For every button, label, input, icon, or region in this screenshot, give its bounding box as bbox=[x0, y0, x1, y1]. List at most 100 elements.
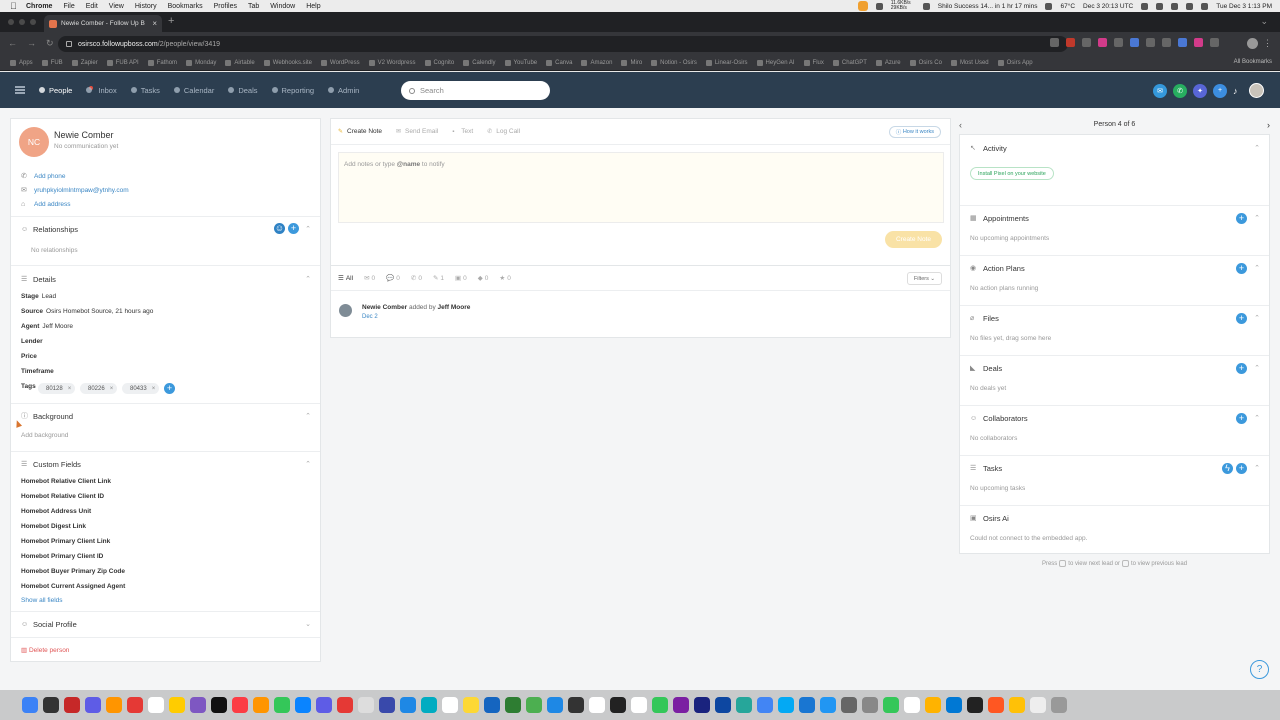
menu-history[interactable]: History bbox=[135, 3, 157, 10]
forward-arrow-icon[interactable]: → bbox=[27, 38, 36, 49]
chat-icon[interactable]: ✦ bbox=[1193, 83, 1207, 98]
all-bookmarks[interactable]: All Bookmarks bbox=[1234, 59, 1272, 65]
osirs-ai-header[interactable]: ▣ Osirs Ai bbox=[970, 514, 1009, 523]
add-tag-button[interactable]: + bbox=[164, 383, 175, 394]
zoom-window-button[interactable] bbox=[30, 19, 36, 25]
chrome-menu-icon[interactable]: ⋮ bbox=[1263, 38, 1272, 49]
bookmark-cognito[interactable]: Cognito bbox=[424, 60, 454, 66]
extension-red-icon[interactable] bbox=[1066, 38, 1075, 47]
timeframe-field[interactable]: Timeframe bbox=[21, 368, 57, 375]
feed-tab-calls[interactable]: ✆ 0 bbox=[411, 274, 422, 283]
calculator-icon[interactable] bbox=[43, 697, 59, 713]
photoshop-icon[interactable] bbox=[715, 697, 731, 713]
add-deal-button[interactable]: + bbox=[1236, 363, 1247, 374]
app-icon[interactable] bbox=[547, 697, 563, 713]
bookmark-fub[interactable]: FUB bbox=[41, 60, 63, 66]
nav-reporting[interactable]: Reporting bbox=[271, 86, 314, 95]
action-plans-header[interactable]: ◉ Action Plans bbox=[970, 264, 1025, 273]
add-action-plan-button[interactable]: + bbox=[1236, 263, 1247, 274]
calendar-app-icon[interactable] bbox=[148, 697, 164, 713]
feed-tab-emails[interactable]: ✉ 0 bbox=[364, 274, 375, 283]
nav-inbox[interactable]: Inbox bbox=[86, 85, 117, 95]
close-tab-icon[interactable]: × bbox=[152, 19, 157, 28]
extension-pen-icon[interactable] bbox=[1130, 38, 1139, 47]
app-icon[interactable] bbox=[589, 697, 605, 713]
menu-help[interactable]: Help bbox=[306, 3, 320, 10]
bookmark-star-icon[interactable] bbox=[1050, 38, 1059, 47]
custom-field-label[interactable]: Homebot Primary Client ID bbox=[21, 553, 103, 560]
install-pixel-button[interactable]: Install Pixel on your website bbox=[970, 167, 1054, 180]
control-center-icon[interactable] bbox=[1201, 2, 1209, 10]
app-icon[interactable] bbox=[1009, 697, 1025, 713]
bookmark-zapier[interactable]: Zapier bbox=[71, 60, 98, 66]
extension-mask-icon[interactable] bbox=[1082, 38, 1091, 47]
bookmark-v2-wordpress[interactable]: V2 Wordpress bbox=[368, 60, 416, 66]
app-icon[interactable] bbox=[568, 697, 584, 713]
search-icon[interactable] bbox=[1186, 2, 1194, 10]
tag-chip[interactable]: 80226 × bbox=[80, 383, 118, 394]
delete-person-button[interactable]: ▥ Delete person bbox=[21, 646, 69, 654]
bookmark-fub-api[interactable]: FUB API bbox=[106, 60, 139, 66]
opera-icon[interactable] bbox=[64, 697, 80, 713]
bookmark-chatgpt[interactable]: ChatGPT bbox=[832, 60, 867, 66]
relationships-header[interactable]: ☺ Relationships bbox=[21, 225, 78, 234]
feed-tab-drops[interactable]: ◆ 0 bbox=[478, 274, 489, 283]
collapse-chevron-icon[interactable]: ⌃ bbox=[1254, 314, 1260, 322]
phone-icon[interactable]: ✆ bbox=[1173, 83, 1187, 98]
add-phone-link[interactable]: ✆ Add phone bbox=[21, 173, 65, 180]
remove-tag-icon[interactable]: × bbox=[110, 386, 114, 392]
notion-icon[interactable] bbox=[610, 697, 626, 713]
extension-blue-icon[interactable] bbox=[1178, 38, 1187, 47]
chrome-icon[interactable] bbox=[526, 697, 542, 713]
help-button[interactable]: ? bbox=[1250, 660, 1269, 679]
bookmark-most-used[interactable]: Most Used bbox=[950, 60, 989, 66]
excel-icon[interactable] bbox=[505, 697, 521, 713]
extension-tile-icon[interactable] bbox=[1162, 38, 1171, 47]
feed-tab-all[interactable]: ☰ All bbox=[338, 274, 353, 283]
bookmark-osirs-co[interactable]: Osirs Co bbox=[909, 60, 942, 66]
add-task-button[interactable]: + bbox=[1236, 463, 1247, 474]
app-icon[interactable] bbox=[337, 697, 353, 713]
nav-people[interactable]: People bbox=[39, 86, 72, 95]
battery-icon[interactable] bbox=[1156, 2, 1164, 10]
email-link[interactable]: ✉ yruhpkyiolmlntmpaw@ytnhy.com bbox=[21, 187, 129, 194]
menu-view[interactable]: View bbox=[109, 3, 124, 10]
stage-field[interactable]: Stage Lead bbox=[21, 293, 56, 300]
menu-bookmarks[interactable]: Bookmarks bbox=[168, 3, 203, 10]
facetime-icon[interactable] bbox=[883, 697, 899, 713]
create-note-button[interactable]: Create Note bbox=[885, 231, 942, 248]
bookmark-airtable[interactable]: Airtable bbox=[225, 60, 255, 66]
collapse-chevron-icon[interactable]: ⌃ bbox=[1254, 214, 1260, 222]
bookmark-youtube[interactable]: YouTube bbox=[504, 60, 537, 66]
address-bar[interactable]: osirsco.followupboss.com /2/people/view/… bbox=[58, 36, 1068, 52]
vscode-icon[interactable] bbox=[946, 697, 962, 713]
minimize-window-button[interactable] bbox=[19, 19, 25, 25]
word-icon[interactable] bbox=[484, 697, 500, 713]
remove-tag-icon[interactable]: × bbox=[68, 386, 72, 392]
nav-admin[interactable]: Admin bbox=[328, 86, 359, 95]
menu-tab[interactable]: Tab bbox=[248, 3, 259, 10]
profile-avatar-icon[interactable] bbox=[1247, 38, 1258, 49]
hamburger-menu-icon[interactable] bbox=[15, 86, 25, 94]
menu-app-chrome[interactable]: Chrome bbox=[26, 3, 52, 10]
add-appointment-button[interactable]: + bbox=[1236, 213, 1247, 224]
bookmark-apps[interactable]: Apps bbox=[10, 60, 33, 66]
social-profile-header[interactable]: ☺ Social Profile bbox=[21, 620, 77, 629]
tab-create-note[interactable]: ✎ Create Note bbox=[338, 128, 382, 135]
extension-purple-icon[interactable] bbox=[1194, 38, 1203, 47]
tab-log-call[interactable]: ✆ Log Call bbox=[487, 128, 520, 135]
bookmark-wordpress[interactable]: WordPress bbox=[321, 60, 360, 66]
numbers-icon[interactable] bbox=[274, 697, 290, 713]
app-icon[interactable] bbox=[778, 697, 794, 713]
settings-icon[interactable] bbox=[875, 2, 883, 10]
app-icon[interactable] bbox=[925, 697, 941, 713]
bookmark-canva[interactable]: Canva bbox=[546, 60, 572, 66]
bell-icon[interactable]: ♪ bbox=[1233, 86, 1243, 96]
microphone-icon[interactable] bbox=[857, 1, 868, 11]
zoom-icon[interactable] bbox=[820, 697, 836, 713]
custom-field-label[interactable]: Homebot Buyer Primary Zip Code bbox=[21, 568, 125, 575]
back-arrow-icon[interactable]: ← bbox=[8, 38, 17, 49]
site-info-icon[interactable] bbox=[66, 41, 72, 47]
person-name[interactable]: Newie Comber bbox=[54, 130, 114, 140]
lightning-task-icon[interactable]: ϟ bbox=[1222, 463, 1233, 474]
